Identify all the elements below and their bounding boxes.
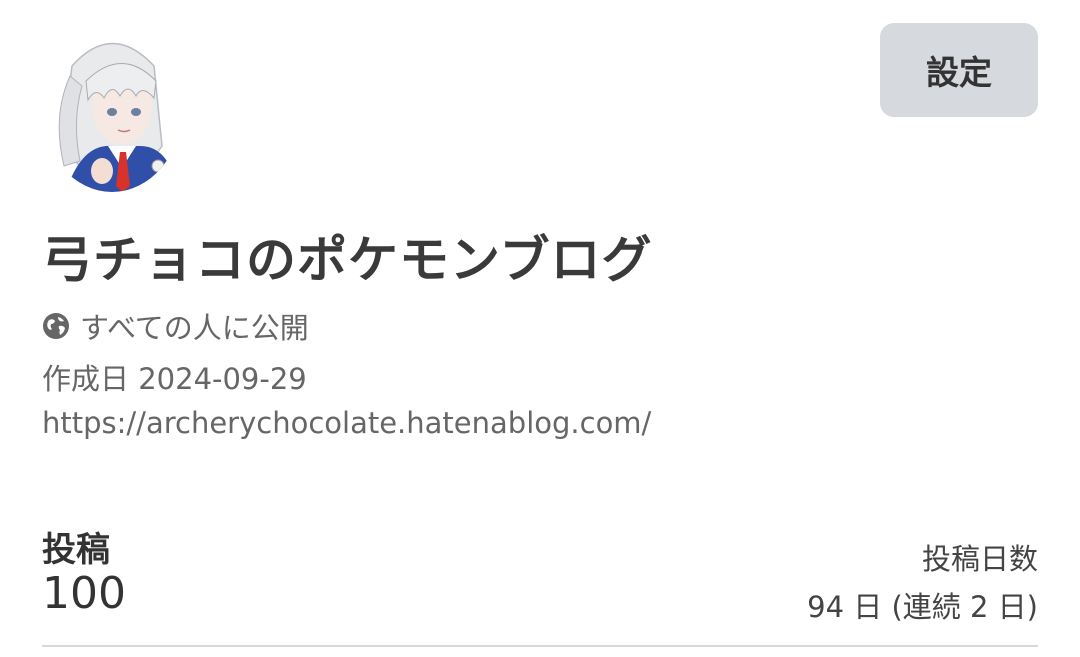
posts-count: 100 — [42, 568, 126, 619]
posting-days-label: 投稿日数 — [921, 542, 1038, 576]
blog-url[interactable]: https://archerychocolate.hatenablog.com/ — [42, 406, 651, 440]
settings-button[interactable]: 設定 — [880, 23, 1038, 117]
blog-title: 弓チョコのポケモンブログ — [42, 231, 653, 289]
avatar[interactable] — [42, 26, 182, 192]
divider — [42, 645, 1038, 647]
visibility-status: すべての人に公開 — [42, 305, 309, 347]
visibility-text: すべての人に公開 — [80, 311, 309, 345]
posting-days-value: 94 日 (連続 2 日) — [807, 590, 1038, 624]
avatar-illustration — [42, 26, 182, 192]
created-date: 作成日 2024-09-29 — [42, 362, 307, 396]
globe-icon — [43, 313, 69, 339]
posts-label: 投稿 — [42, 530, 110, 570]
